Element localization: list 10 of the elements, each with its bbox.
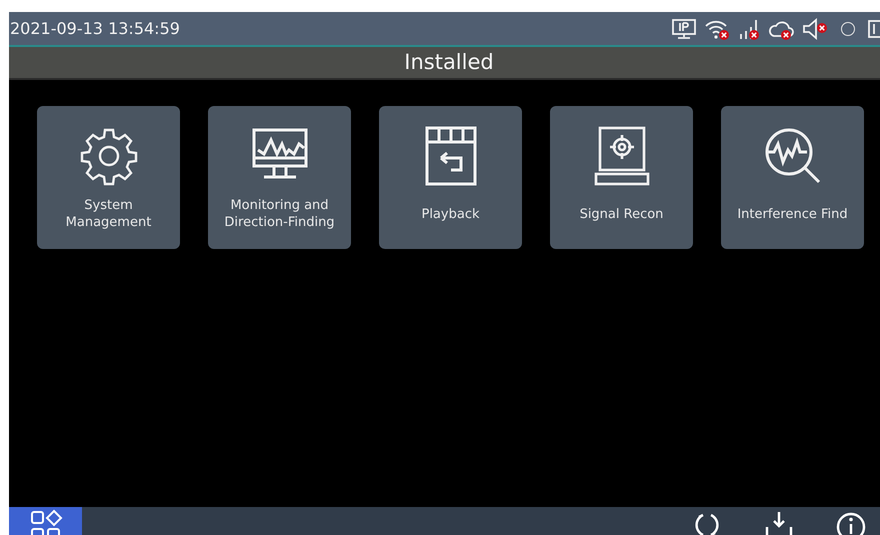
apps-button[interactable]	[9, 507, 82, 535]
page-title: Installed	[9, 47, 880, 80]
app-tile[interactable]: Playback	[379, 106, 522, 249]
clock-time: 2021-09-13 13:54:59	[10, 18, 180, 40]
app-tile[interactable]: Signal Recon	[550, 106, 693, 249]
download-icon[interactable]	[763, 509, 795, 535]
app-tile[interactable]: Monitoring and Direction-Finding	[208, 106, 351, 249]
app-tile[interactable]: Interference Find	[721, 106, 864, 249]
app-tile[interactable]: System Management	[37, 106, 180, 249]
circle-icon	[841, 22, 855, 36]
